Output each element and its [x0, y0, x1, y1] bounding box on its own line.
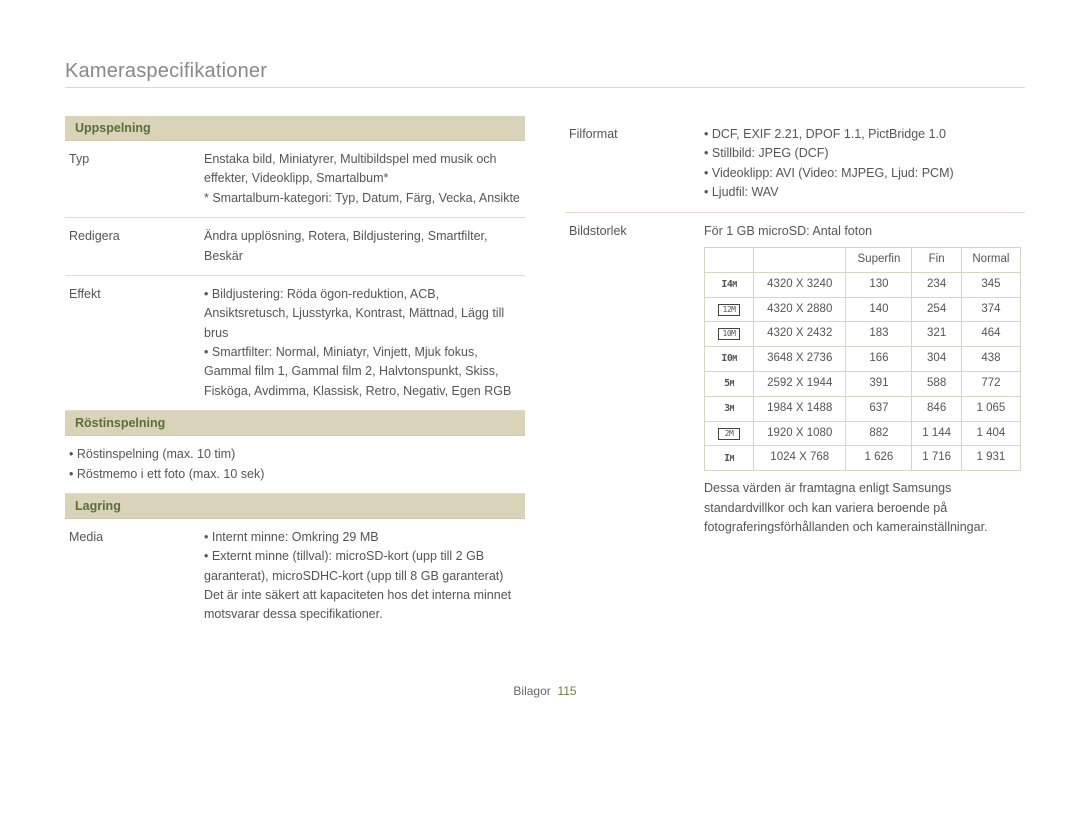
- filformat-bullet-3: Videoklipp: AVI (Video: MJPEG, Ljud: PCM…: [704, 164, 1021, 183]
- cell-normal: 345: [961, 272, 1020, 297]
- size-icon: 12M: [705, 297, 754, 322]
- cell-res: 3648 X 2736: [754, 347, 846, 372]
- table-row: 3M1984 X 14886378461 065: [705, 396, 1021, 421]
- photo-count-table: Superfin Fin Normal I4M4320 X 3240130234…: [704, 247, 1021, 471]
- effekt-bullet-1: Bildjustering: Röda ögon-reduktion, ACB,…: [204, 285, 521, 343]
- left-column: Uppspelning Typ Enstaka bild, Miniatyrer…: [65, 116, 525, 634]
- table-row: IM1024 X 7681 6261 7161 931: [705, 446, 1021, 471]
- cell-res: 1920 X 1080: [754, 421, 846, 446]
- typ-line2: * Smartalbum-kategori: Typ, Datum, Färg,…: [204, 189, 521, 208]
- row-bildstorlek: Bildstorlek För 1 GB microSD: Antal foto…: [565, 213, 1025, 547]
- row-redigera: Redigera Ändra upplösning, Rotera, Bildj…: [65, 218, 525, 276]
- table-row: 12M4320 X 2880140254374: [705, 297, 1021, 322]
- value-redigera: Ändra upplösning, Rotera, Bildjustering,…: [204, 227, 521, 266]
- cell-fin: 234: [912, 272, 961, 297]
- section-head-playback: Uppspelning: [65, 116, 525, 141]
- typ-line1: Enstaka bild, Miniatyrer, Multibildspel …: [204, 150, 521, 189]
- cell-fin: 1 716: [912, 446, 961, 471]
- table-row: 10M4320 X 2432183321464: [705, 322, 1021, 347]
- right-column: Filformat DCF, EXIF 2.21, DPOF 1.1, Pict…: [565, 116, 1025, 634]
- photo-table-subhead: För 1 GB microSD: Antal foton: [704, 222, 1021, 241]
- cell-res: 2592 X 1944: [754, 371, 846, 396]
- cell-normal: 438: [961, 347, 1020, 372]
- cell-fin: 321: [912, 322, 961, 347]
- cell-fin: 846: [912, 396, 961, 421]
- label-filformat: Filformat: [569, 125, 704, 203]
- footer-page: 115: [557, 684, 576, 698]
- size-icon: IM: [705, 446, 754, 471]
- page-title: Kameraspecifikationer: [65, 60, 1025, 88]
- media-note: Det är inte säkert att kapaciteten hos d…: [204, 586, 521, 625]
- filformat-bullet-2: Stillbild: JPEG (DCF): [704, 144, 1021, 163]
- table-row: 5M2592 X 1944391588772: [705, 371, 1021, 396]
- size-icon: I0M: [705, 347, 754, 372]
- filformat-bullet-4: Ljudfil: WAV: [704, 183, 1021, 202]
- value-bildstorlek: För 1 GB microSD: Antal foton Superfin F…: [704, 222, 1021, 538]
- label-redigera: Redigera: [69, 227, 204, 266]
- cell-normal: 374: [961, 297, 1020, 322]
- th-fin: Fin: [912, 247, 961, 272]
- th-icon: [705, 247, 754, 272]
- bildstorlek-note: Dessa värden är framtagna enligt Samsung…: [704, 479, 1021, 537]
- value-voice: Röstinspelning (max. 10 tim) Röstmemo i …: [69, 445, 521, 484]
- row-typ: Typ Enstaka bild, Miniatyrer, Multibilds…: [65, 141, 525, 218]
- cell-normal: 464: [961, 322, 1020, 347]
- cell-superfin: 130: [846, 272, 912, 297]
- label-effekt: Effekt: [69, 285, 204, 401]
- voice-bullet-1: Röstinspelning (max. 10 tim): [69, 445, 521, 464]
- cell-superfin: 391: [846, 371, 912, 396]
- table-row: 2M1920 X 10808821 1441 404: [705, 421, 1021, 446]
- cell-superfin: 1 626: [846, 446, 912, 471]
- page-footer: Bilagor 115: [65, 684, 1025, 698]
- cell-normal: 1 931: [961, 446, 1020, 471]
- cell-normal: 1 065: [961, 396, 1020, 421]
- cell-res: 4320 X 2432: [754, 322, 846, 347]
- row-media: Media Internt minne: Omkring 29 MB Exter…: [65, 519, 525, 634]
- cell-normal: 772: [961, 371, 1020, 396]
- label-media: Media: [69, 528, 204, 625]
- section-head-storage: Lagring: [65, 494, 525, 519]
- cell-superfin: 140: [846, 297, 912, 322]
- cell-fin: 1 144: [912, 421, 961, 446]
- row-effekt: Effekt Bildjustering: Röda ögon-reduktio…: [65, 276, 525, 411]
- cell-fin: 304: [912, 347, 961, 372]
- footer-section: Bilagor: [513, 684, 550, 698]
- cell-fin: 254: [912, 297, 961, 322]
- cell-res: 4320 X 2880: [754, 297, 846, 322]
- effekt-bullet-2: Smartfilter: Normal, Miniatyr, Vinjett, …: [204, 343, 521, 401]
- section-head-voice: Röstinspelning: [65, 411, 525, 436]
- size-icon: 3M: [705, 396, 754, 421]
- value-filformat: DCF, EXIF 2.21, DPOF 1.1, PictBridge 1.0…: [704, 125, 1021, 203]
- value-media: Internt minne: Omkring 29 MB Externt min…: [204, 528, 521, 625]
- size-icon: I4M: [705, 272, 754, 297]
- cell-superfin: 183: [846, 322, 912, 347]
- media-bullet-1: Internt minne: Omkring 29 MB: [204, 528, 521, 547]
- table-row: I0M3648 X 2736166304438: [705, 347, 1021, 372]
- cell-res: 4320 X 3240: [754, 272, 846, 297]
- media-bullet-2: Externt minne (tillval): microSD-kort (u…: [204, 547, 521, 586]
- value-effekt: Bildjustering: Röda ögon-reduktion, ACB,…: [204, 285, 521, 401]
- voice-bullet-2: Röstmemo i ett foto (max. 10 sek): [69, 465, 521, 484]
- filformat-bullet-1: DCF, EXIF 2.21, DPOF 1.1, PictBridge 1.0: [704, 125, 1021, 144]
- cell-superfin: 166: [846, 347, 912, 372]
- th-superfin: Superfin: [846, 247, 912, 272]
- cell-fin: 588: [912, 371, 961, 396]
- th-res: [754, 247, 846, 272]
- size-icon: 2M: [705, 421, 754, 446]
- value-typ: Enstaka bild, Miniatyrer, Multibildspel …: [204, 150, 521, 208]
- row-voice: Röstinspelning (max. 10 tim) Röstmemo i …: [65, 436, 525, 494]
- th-normal: Normal: [961, 247, 1020, 272]
- cell-superfin: 637: [846, 396, 912, 421]
- cell-res: 1024 X 768: [754, 446, 846, 471]
- label-bildstorlek: Bildstorlek: [569, 222, 704, 538]
- size-icon: 5M: [705, 371, 754, 396]
- cell-normal: 1 404: [961, 421, 1020, 446]
- size-icon: 10M: [705, 322, 754, 347]
- row-filformat: Filformat DCF, EXIF 2.21, DPOF 1.1, Pict…: [565, 116, 1025, 213]
- label-typ: Typ: [69, 150, 204, 208]
- table-row: I4M4320 X 3240130234345: [705, 272, 1021, 297]
- cell-res: 1984 X 1488: [754, 396, 846, 421]
- cell-superfin: 882: [846, 421, 912, 446]
